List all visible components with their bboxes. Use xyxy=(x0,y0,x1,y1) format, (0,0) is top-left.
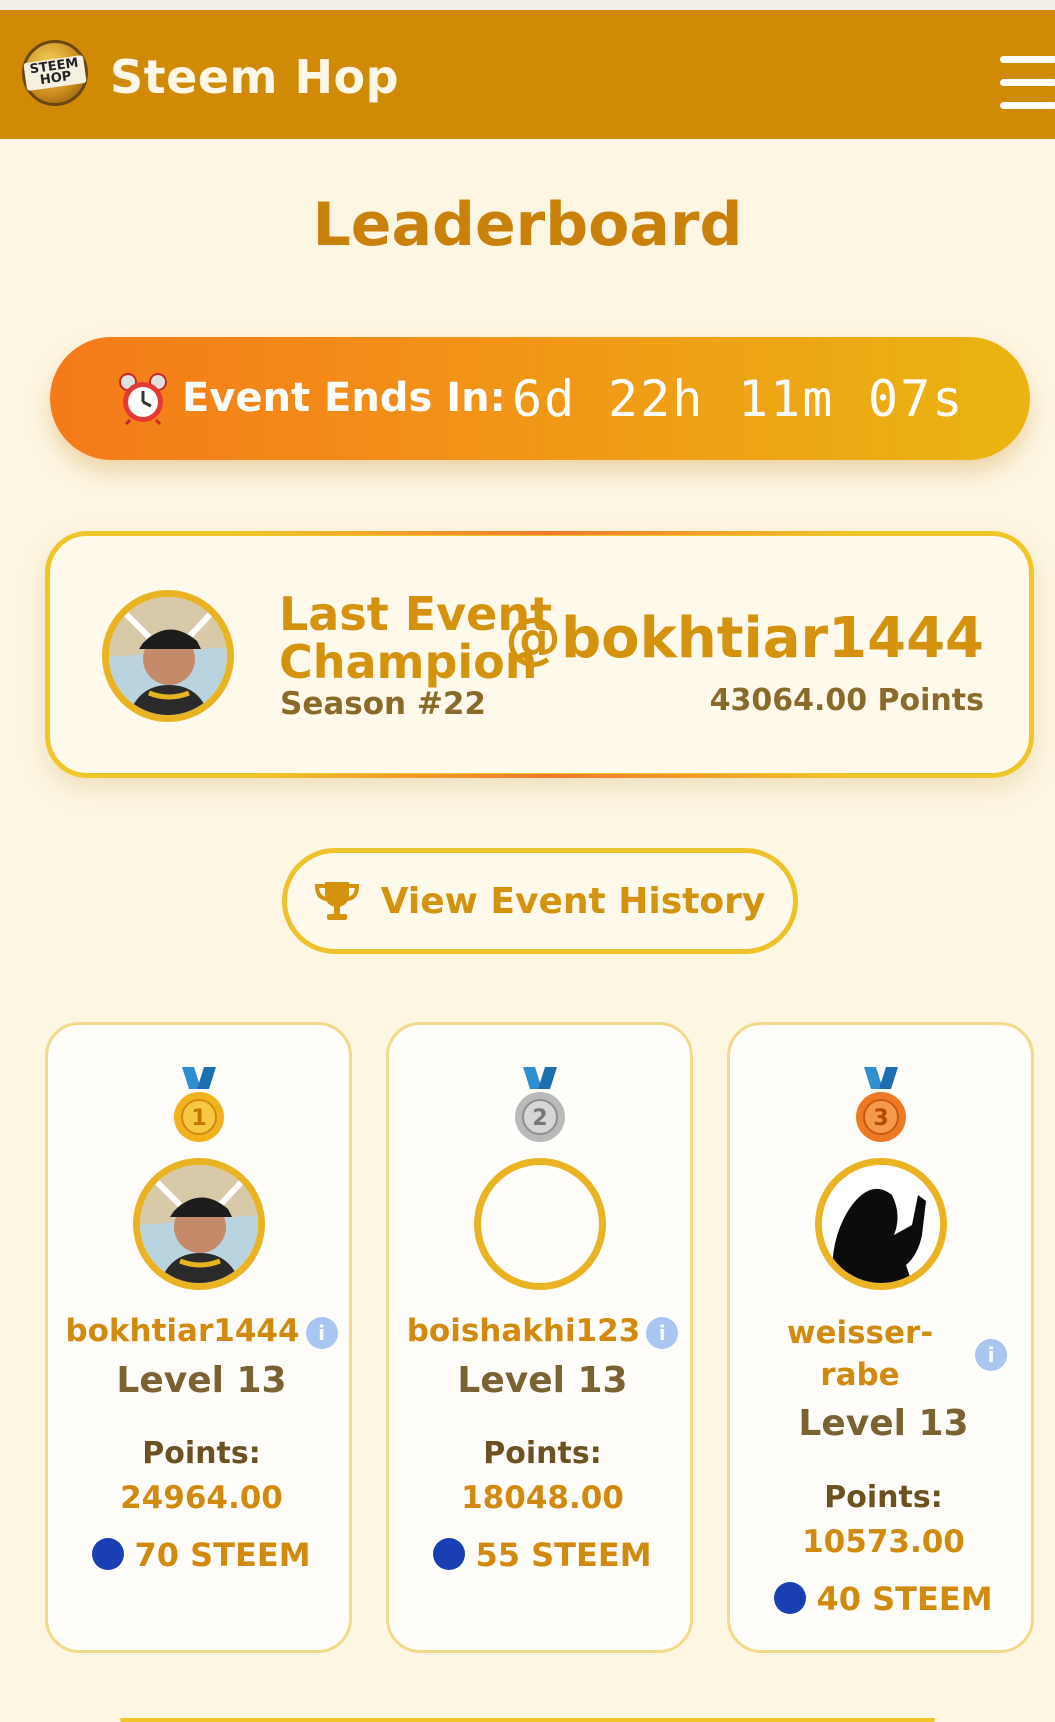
info-icon[interactable]: i xyxy=(305,1316,338,1349)
steem-icon xyxy=(774,1582,807,1614)
champion-avatar xyxy=(102,590,234,722)
status-strip xyxy=(0,0,1055,10)
leader-card-1[interactable]: 1 bokhtiar1444 i Level 13 Points: 24964.0… xyxy=(45,1022,352,1653)
leader-reward-1: 70 STEEM xyxy=(48,1536,355,1574)
leader-reward-3: 40 STEEM xyxy=(730,1580,1037,1618)
leader-points-1: 24964.00 xyxy=(120,1480,283,1516)
next-section-edge xyxy=(120,1718,935,1722)
leader-level-3: Level 13 xyxy=(798,1403,969,1444)
svg-text:3: 3 xyxy=(873,1106,888,1131)
silver-medal-icon: 2 xyxy=(515,1067,565,1142)
countdown-days: 6d xyxy=(512,370,577,428)
countdown-minutes: 11m xyxy=(738,370,835,428)
page-title: Leaderboard xyxy=(312,190,743,260)
event-countdown-banner: Event Ends In: 6d 22h 11m 07s xyxy=(50,337,1030,460)
hamburger-menu-icon[interactable] xyxy=(998,56,1055,110)
app-title[interactable]: Steem Hop xyxy=(110,50,399,104)
leader-card-2[interactable]: 2 boishakhi123 i Level 13 Points: 18048.0… xyxy=(386,1022,693,1653)
view-event-history-button[interactable]: View Event History xyxy=(282,848,798,954)
leader-level-2: Level 13 xyxy=(457,1360,628,1401)
leader-card-3[interactable]: 3 weisser- rabe i Level 13 Points: 10573… xyxy=(727,1022,1034,1653)
steem-icon xyxy=(433,1538,466,1570)
leader-username-2[interactable]: boishakhi123 i xyxy=(389,1313,696,1349)
app-logo[interactable]: STEEM HOP xyxy=(22,40,88,106)
countdown-hours: 22h xyxy=(608,370,705,428)
info-icon[interactable]: i xyxy=(646,1316,679,1349)
view-event-history-label: View Event History xyxy=(380,880,766,922)
steem-icon xyxy=(92,1538,125,1570)
leader-points-label-3: Points: xyxy=(824,1480,943,1515)
leader-points-label-2: Points: xyxy=(483,1436,602,1471)
leader-avatar-2 xyxy=(474,1158,606,1290)
leader-level-1: Level 13 xyxy=(116,1360,287,1401)
bronze-medal-icon: 3 xyxy=(856,1067,906,1142)
leader-points-2: 18048.00 xyxy=(461,1480,624,1516)
countdown-label: Event Ends In: xyxy=(182,375,506,421)
svg-text:2: 2 xyxy=(532,1106,547,1131)
gold-medal-icon: 1 xyxy=(174,1067,224,1142)
champion-username[interactable]: @bokhtiar1444 xyxy=(505,606,984,671)
leader-avatar-3 xyxy=(815,1158,947,1290)
svg-text:1: 1 xyxy=(191,1106,206,1131)
trophy-icon xyxy=(314,882,359,920)
leader-username-3[interactable]: weisser- rabe xyxy=(730,1315,990,1393)
leader-reward-2: 55 STEEM xyxy=(389,1536,696,1574)
alarm-clock-icon xyxy=(119,373,167,425)
champion-season: Season #22 xyxy=(280,686,486,722)
countdown-seconds: 07s xyxy=(868,370,965,428)
leader-points-3: 10573.00 xyxy=(802,1524,965,1560)
leader-points-label-1: Points: xyxy=(142,1436,261,1471)
logo-text: STEEM HOP xyxy=(23,54,87,92)
info-icon[interactable]: i xyxy=(975,1339,1007,1371)
last-champion-card: Last Event Champion Season #22 @bokhtiar… xyxy=(45,531,1034,778)
champion-points: 43064.00 Points xyxy=(709,683,984,718)
leader-username-1[interactable]: bokhtiar1444 i xyxy=(48,1313,355,1349)
leader-avatar-1 xyxy=(133,1158,265,1290)
app-header: STEEM HOP Steem Hop xyxy=(0,10,1055,139)
